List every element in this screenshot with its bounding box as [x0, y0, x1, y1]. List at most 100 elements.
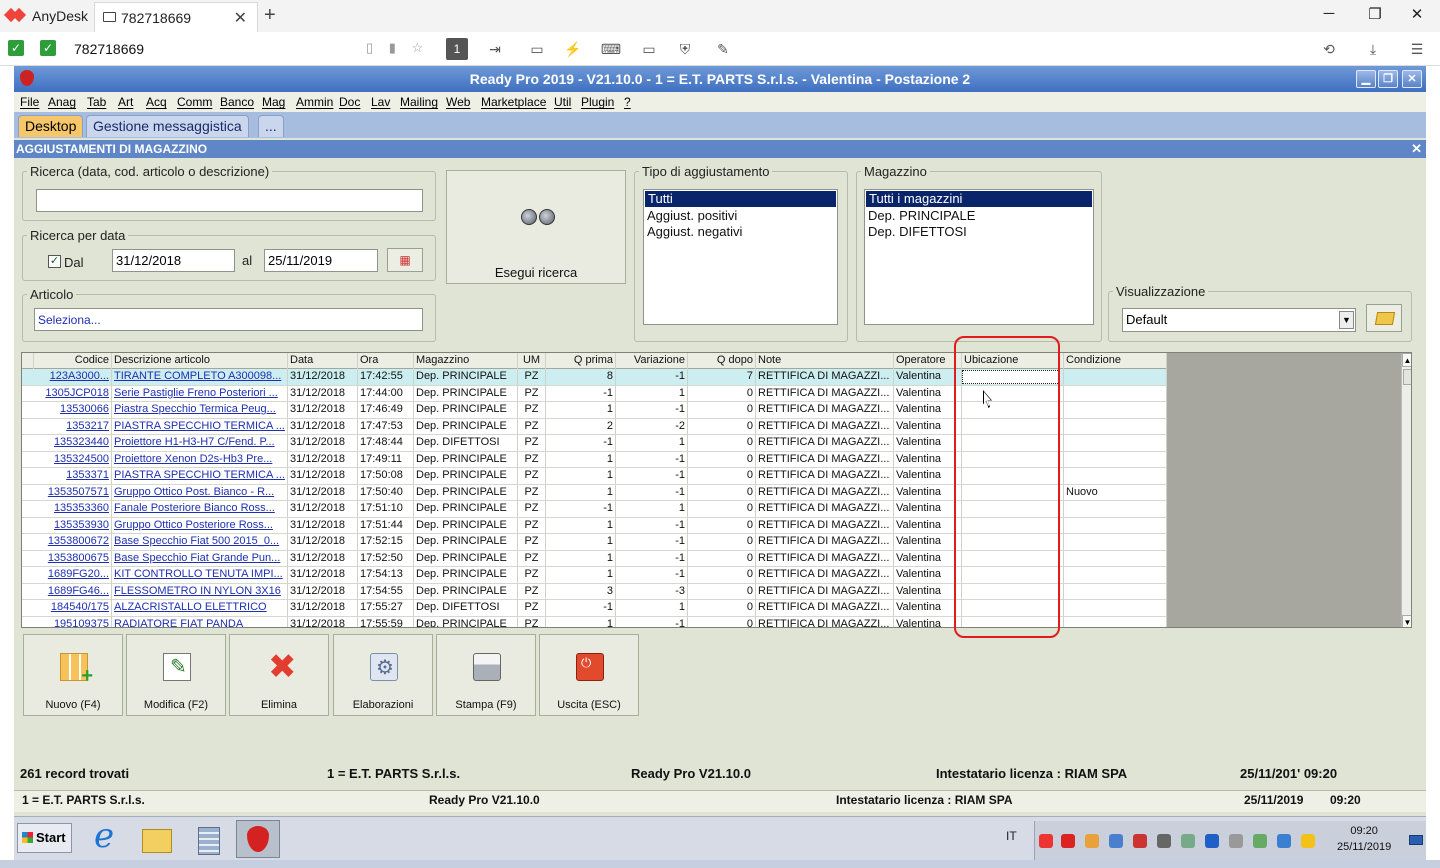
article-code-link[interactable]: 184540/175 — [51, 601, 109, 613]
article-code-link[interactable]: 123A3000... — [50, 370, 109, 382]
col-descrizione-cell[interactable]: Gruppo Ottico Post. Bianco - R... — [112, 484, 288, 501]
col-codice-header[interactable]: Codice — [34, 353, 112, 369]
article-code-link[interactable]: 1353217 — [66, 420, 109, 432]
adjustments-grid[interactable]: Codice Descrizione articolo Data Ora Magazzi… — [21, 352, 1412, 628]
esegui-ricerca-button[interactable]: Esegui ricerca — [446, 170, 626, 284]
menu-mailing[interactable]: Mailing — [400, 95, 438, 109]
menu-lav[interactable]: Lav — [371, 95, 390, 109]
menu-mag[interactable]: Mag — [262, 95, 285, 109]
language-indicator[interactable]: IT — [1006, 829, 1017, 843]
col-codice-cell[interactable]: 1353371 — [34, 468, 112, 484]
article-description-link[interactable]: Proiettore H1-H3-H7 C/Fend. P... — [114, 436, 275, 448]
article-description-link[interactable]: ALZACRISTALLO ELETTRICO — [114, 601, 267, 613]
article-description-link[interactable]: Base Specchio Fiat 500 2015_0... — [114, 535, 279, 547]
menu-doc[interactable]: Doc — [339, 95, 360, 109]
col-data-header[interactable]: Data — [288, 353, 358, 369]
list-item[interactable]: Dep. DIFETTOSI — [865, 224, 1093, 240]
date-from-input[interactable] — [112, 249, 235, 272]
scroll-up-icon[interactable]: ▲ — [1402, 353, 1411, 367]
tray-anydesk-icon[interactable] — [1061, 834, 1075, 848]
start-button[interactable]: Start — [17, 823, 72, 853]
nuovo-button[interactable]: Nuovo (F4) — [23, 634, 123, 716]
article-description-link[interactable]: Piastra Specchio Termica Peug... — [114, 403, 276, 415]
list-item[interactable]: Dep. PRINCIPALE — [865, 208, 1093, 224]
article-code-link[interactable]: 135323440 — [54, 436, 109, 448]
col-note-header[interactable]: Note — [756, 353, 894, 369]
menu-anag[interactable]: Anag — [48, 95, 76, 109]
col-codice-cell[interactable]: 1689FG20... — [34, 567, 112, 583]
col-descrizione-cell[interactable]: ALZACRISTALLO ELETTRICO — [112, 600, 288, 616]
article-description-link[interactable]: KIT CONTROLLO TENUTA IMPI... — [114, 568, 283, 580]
menu-comm[interactable]: Comm — [177, 95, 212, 109]
elaborazioni-button[interactable]: Elaborazioni — [333, 634, 433, 716]
uscita-button[interactable]: Uscita (ESC) — [539, 634, 639, 716]
list-item[interactable]: Aggiust. negativi — [644, 224, 837, 240]
menu-icon[interactable]: ☰ — [1406, 38, 1428, 60]
col-descrizione-header[interactable]: Descrizione articolo — [112, 353, 288, 369]
tray-clock[interactable]: 09:20 25/11/2019 — [1337, 823, 1391, 855]
warehouse-list[interactable]: Tutti i magazzini Dep. PRINCIPALE Dep. D… — [864, 189, 1094, 325]
display-settings-icon[interactable]: ▭ — [638, 38, 660, 60]
col-descrizione-cell[interactable]: RADIATORE FIAT PANDA — [112, 616, 288, 628]
article-description-link[interactable]: Base Specchio Fiat Grande Pun... — [114, 552, 280, 564]
col-codice-cell[interactable]: 135324500 — [34, 451, 112, 468]
scroll-down-icon[interactable]: ▼ — [1402, 615, 1411, 627]
col-descrizione-cell[interactable]: Proiettore H1-H3-H7 C/Fend. P... — [112, 435, 288, 451]
col-q-prima-header[interactable]: Q prima — [546, 353, 616, 369]
restore-icon[interactable]: ❐ — [1360, 5, 1390, 23]
tray-monitor-icon[interactable] — [1277, 834, 1291, 848]
new-tab-icon[interactable]: + — [264, 4, 276, 27]
menu-ammin[interactable]: Ammin — [296, 95, 333, 109]
readypro-taskbar-icon[interactable] — [236, 820, 280, 858]
article-code-link[interactable]: 1305JCP018 — [45, 387, 109, 399]
chevron-down-icon[interactable]: ▼ — [1339, 311, 1354, 329]
col-descrizione-cell[interactable]: Gruppo Ottico Posteriore Ross... — [112, 517, 288, 534]
col-magazzino-header[interactable]: Magazzino — [414, 353, 518, 369]
col-q-dopo-header[interactable]: Q dopo — [688, 353, 756, 369]
permissions-icon[interactable]: ⛨ — [674, 38, 696, 60]
list-item[interactable]: Tutti — [645, 191, 836, 207]
col-codice-cell[interactable]: 195109375 — [34, 616, 112, 627]
internet-explorer-icon[interactable] — [84, 816, 128, 858]
transfer-icon[interactable]: ⇥ — [484, 38, 506, 60]
col-descrizione-cell[interactable]: FLESSOMETRO IN NYLON 3X16 — [112, 583, 288, 600]
menu-tab[interactable]: Tab — [87, 95, 106, 109]
volume-icon[interactable] — [1229, 834, 1243, 848]
warning-icon[interactable] — [1301, 834, 1315, 848]
article-description-link[interactable]: PIASTRA SPECCHIO TERMICA ... — [114, 469, 285, 481]
close-form-icon[interactable]: ✕ — [1411, 140, 1422, 158]
article-code-link[interactable]: 13530066 — [60, 403, 109, 415]
article-code-link[interactable]: 1353507571 — [48, 486, 109, 498]
grid-scrollbar[interactable]: ▲ ▼ — [1401, 353, 1411, 627]
elimina-button[interactable]: Elimina — [229, 634, 329, 716]
bluetooth-icon[interactable] — [1205, 834, 1219, 848]
tray-network-icon[interactable] — [1109, 834, 1123, 848]
col-descrizione-cell[interactable]: Base Specchio Fiat Grande Pun... — [112, 550, 288, 567]
col-descrizione-cell[interactable]: PIASTRA SPECCHIO TERMICA ... — [112, 468, 288, 484]
view-select[interactable]: Default ▼ — [1122, 308, 1356, 332]
col-codice-cell[interactable]: 184540/175 — [34, 600, 112, 616]
close-tab-icon[interactable]: ✕ — [234, 8, 247, 28]
article-code-link[interactable]: 1689FG46... — [48, 585, 109, 597]
menu-acq[interactable]: Acq — [146, 95, 167, 109]
history-icon[interactable]: ⟲ — [1318, 38, 1340, 60]
connection-status-icon[interactable]: ✓ — [8, 40, 24, 56]
col-operatore-header[interactable]: Operatore — [894, 353, 962, 369]
scroll-thumb[interactable] — [1403, 369, 1411, 385]
article-description-link[interactable]: RADIATORE FIAT PANDA — [114, 618, 243, 628]
col-codice-cell[interactable]: 135353930 — [34, 517, 112, 534]
col-descrizione-cell[interactable]: Fanale Posteriore Bianco Ross... — [112, 501, 288, 517]
restore-icon[interactable]: ❐ — [1378, 70, 1398, 88]
search-input[interactable] — [36, 189, 423, 212]
menu-art[interactable]: Art — [118, 95, 133, 109]
display-select-icon[interactable]: 1 — [446, 38, 468, 60]
chat-icon[interactable]: ▭ — [526, 38, 548, 60]
article-description-link[interactable]: Proiettore Xenon D2s-Hb3 Pre... — [114, 453, 272, 465]
article-description-link[interactable]: TIRANTE COMPLETO A300098... — [114, 370, 281, 382]
col-variazione-header[interactable]: Variazione — [616, 353, 688, 369]
list-item[interactable]: Aggiust. positivi — [644, 208, 837, 224]
article-code-link[interactable]: 135353930 — [54, 519, 109, 531]
col-condizione-header[interactable]: Condizione — [1064, 353, 1167, 369]
article-description-link[interactable]: PIASTRA SPECCHIO TERMICA ... — [114, 420, 285, 432]
col-codice-cell[interactable]: 1353800672 — [34, 534, 112, 550]
